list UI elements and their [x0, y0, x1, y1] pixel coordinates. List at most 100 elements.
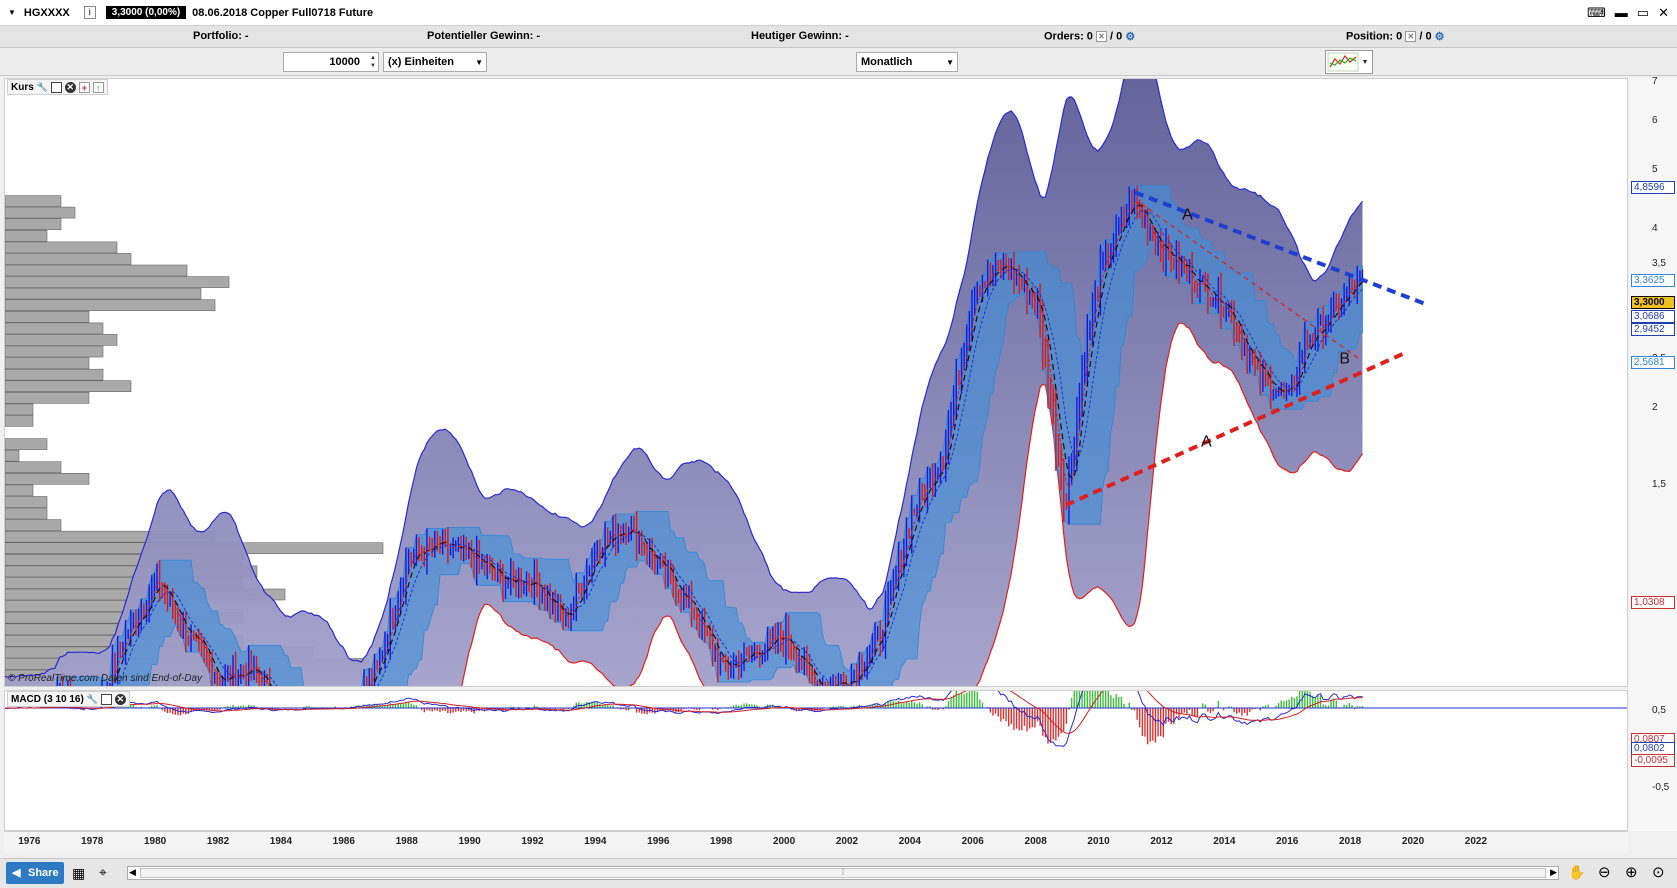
zoom-out-icon[interactable]: ⊖: [1598, 863, 1611, 881]
x-tick: 1992: [521, 836, 544, 847]
x-tick: 1984: [269, 836, 293, 847]
volume-profile-bar: [5, 519, 62, 531]
maximize-icon[interactable]: ▭: [1637, 5, 1649, 20]
orders-label: Orders: 0: [1044, 30, 1093, 43]
volume-profile-bar: [5, 206, 76, 219]
share-label: Share: [28, 867, 59, 879]
price-panel-title: Kurs: [11, 81, 34, 93]
period-select[interactable]: Monatlich ▼: [856, 52, 958, 72]
close-icon[interactable]: ✕: [1658, 5, 1669, 20]
volume-profile-bar: [5, 334, 118, 346]
zoom-in-icon[interactable]: ⊕: [1625, 863, 1638, 881]
volume-profile-bar: [5, 438, 48, 450]
period-select-value: Monatlich: [861, 56, 913, 68]
info-icon[interactable]: i: [83, 6, 96, 19]
x-tick: 2018: [1339, 836, 1362, 847]
x-tick: 1986: [332, 836, 355, 847]
close-circle-icon[interactable]: ✕: [114, 693, 126, 705]
volume-profile-bar: [5, 264, 188, 277]
x-tick: 2020: [1401, 836, 1425, 847]
keyboard-icon[interactable]: ⌨: [1587, 5, 1606, 20]
window-icon[interactable]: [100, 693, 112, 705]
y-tick: 4: [1652, 223, 1658, 234]
toolbar: 10000 ▲ ▼ (x) Einheiten ▼ Monatlich ▼: [0, 48, 1677, 76]
chart-type-button[interactable]: [1325, 50, 1373, 74]
y-tick: 3,5: [1652, 258, 1666, 269]
move-up-icon[interactable]: ↑: [92, 81, 104, 93]
chevron-down-icon: ▼: [475, 58, 483, 67]
hand-icon[interactable]: ✋: [1568, 864, 1585, 881]
close-circle-icon[interactable]: ✕: [64, 81, 76, 93]
minimize-icon[interactable]: ▬: [1615, 5, 1628, 20]
share-icon: ◀: [12, 867, 21, 879]
volume-profile-bar: [5, 287, 202, 300]
bottom-bar: ◀ Share ▦ ⌖ ◀ ⁞ ▶ ✋ ⊖ ⊕ ⊙: [0, 858, 1677, 888]
annotation-a-lower: A: [1201, 433, 1212, 450]
volume-profile-bar: [5, 507, 48, 520]
scroll-thumb[interactable]: ⁞: [140, 868, 1546, 878]
chevron-down-icon: ▼: [946, 58, 954, 67]
volume-profile-bar: [5, 311, 90, 323]
y-tick: 7: [1652, 76, 1658, 87]
portfolio-label: Portfolio: -: [193, 30, 249, 42]
x-tick: 1998: [710, 836, 733, 847]
volume-profile-bar: [5, 357, 90, 369]
share-button[interactable]: ◀ Share: [6, 862, 64, 884]
volume-profile-bar: [5, 496, 48, 508]
x-tick: 2000: [772, 836, 796, 847]
move-down-icon[interactable]: +: [78, 81, 90, 93]
window-icon[interactable]: [50, 81, 62, 93]
quantity-stepper-icon[interactable]: ▲ ▼: [370, 54, 376, 70]
symbol-label: HGXXXX: [23, 6, 70, 19]
price-chart-svg: A A B: [5, 79, 1429, 686]
volume-profile-bar: [5, 484, 34, 497]
quantity-input[interactable]: 10000 ▲ ▼: [283, 52, 379, 72]
time-axis: 1976 1978 1980 1982 1984 1986 1988 1990 1992 1994…: [4, 831, 1628, 853]
price-chart-panel[interactable]: Kurs 🔧 ✕ + ↑ A A B © ProRealTime.com Dat…: [4, 78, 1628, 687]
scroll-right-icon[interactable]: ▶: [1550, 867, 1557, 878]
annotation-b: B: [1339, 350, 1350, 367]
x-tick: 1988: [395, 836, 418, 847]
volume-profile-bar: [5, 345, 104, 358]
data-credit: © ProRealTime.com Daten sind End-of-Day: [8, 673, 203, 684]
title-bar: ▼ HGXXXX i 3,3000 (0,00%) 08.06.2018 Cop…: [0, 0, 1677, 26]
layout-icon[interactable]: ▦: [72, 865, 85, 882]
volume-profile-bar: [5, 461, 62, 474]
dropdown-arrow-icon[interactable]: ▼: [8, 8, 16, 17]
position-box-icon[interactable]: ✕: [1405, 31, 1417, 42]
x-tick: 1976: [18, 836, 41, 847]
x-tick: 1980: [144, 836, 167, 847]
zoom-reset-icon[interactable]: ⊙: [1652, 863, 1665, 881]
price-tag-channel-bottom: 2,5681: [1631, 356, 1675, 369]
volume-profile-bar: [5, 230, 48, 242]
wrench-icon[interactable]: 🔧: [87, 694, 98, 705]
today-gain-label: Heutiger Gewinn: -: [751, 30, 849, 42]
wrench-icon[interactable]: 🔧: [37, 82, 48, 93]
volume-profile-bar: [5, 276, 230, 288]
orders-settings-icon[interactable]: ⚙: [1125, 31, 1135, 43]
unit-select[interactable]: (x) Einheiten ▼: [383, 52, 487, 72]
position-sep: / 0: [1419, 30, 1432, 43]
scroll-left-icon[interactable]: ◀: [129, 867, 136, 878]
position-label: Position: 0: [1346, 30, 1403, 43]
price-badge: 3,3000 (0,00%): [105, 6, 187, 19]
macd-panel[interactable]: MACD (3 10 16) 🔧 ✕: [4, 690, 1628, 831]
time-scrollbar[interactable]: ◀ ⁞ ▶: [127, 866, 1559, 880]
x-tick: 2014: [1213, 836, 1236, 847]
quantity-value: 10000: [329, 56, 360, 68]
macd-histogram: [5, 691, 1364, 745]
y-tick: 6: [1652, 115, 1658, 126]
crosshair-icon[interactable]: ⌖: [99, 864, 107, 881]
volume-profile-bar: [5, 472, 90, 485]
volume-profile-bar: [5, 380, 132, 393]
x-tick: 2006: [961, 836, 984, 847]
position-settings-icon[interactable]: ⚙: [1435, 31, 1445, 43]
orders-info: Orders: 0 ✕ / 0 ⚙: [1044, 30, 1135, 43]
unit-select-value: (x) Einheiten: [388, 56, 455, 68]
position-info: Position: 0 ✕ / 0 ⚙: [1346, 30, 1445, 43]
volume-profile-bar: [5, 415, 34, 427]
price-axis: 7 6 5 4 3,5 2,5 2 1,5 4,8596 3,3625 3,30…: [1629, 76, 1677, 831]
volume-profile-bar: [5, 299, 216, 311]
orders-box-icon[interactable]: ✕: [1095, 31, 1107, 42]
macd-chart-svg: [5, 691, 1627, 747]
